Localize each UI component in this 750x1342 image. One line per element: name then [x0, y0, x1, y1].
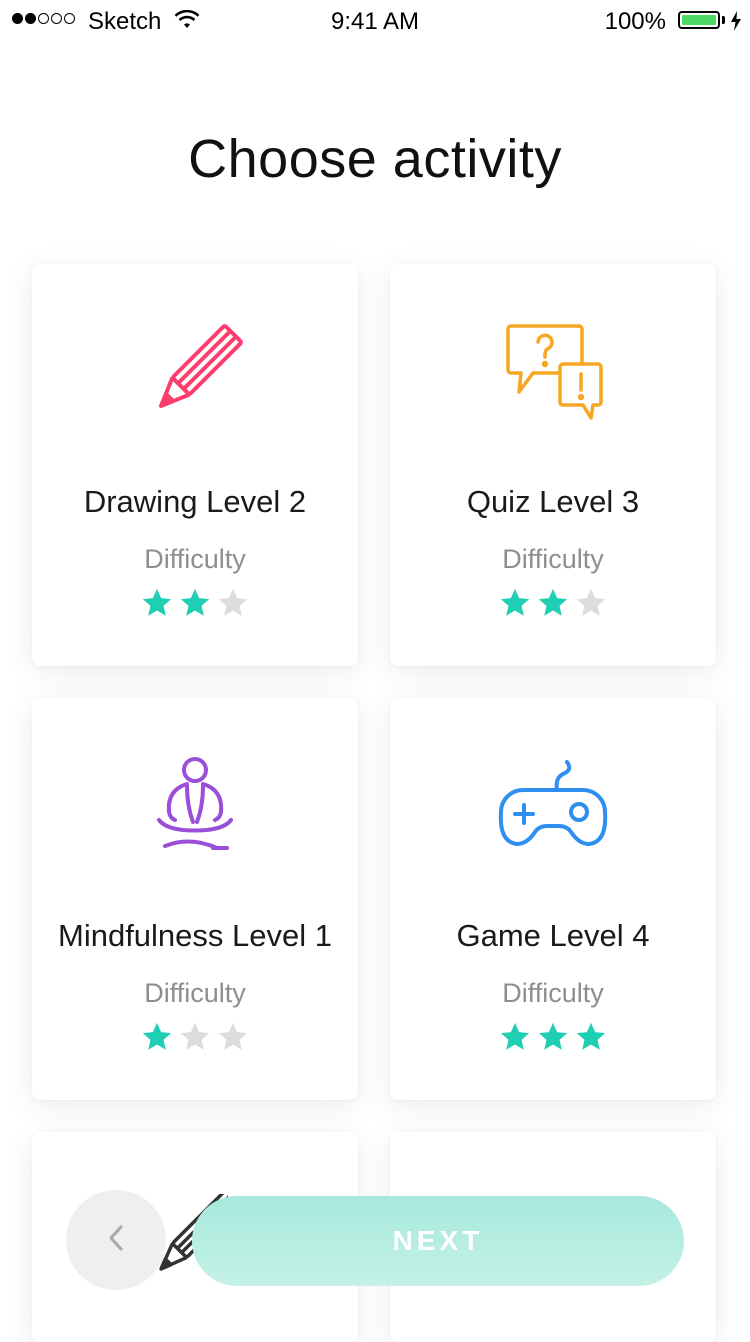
battery-tip [722, 16, 725, 24]
card-title: Drawing Level 2 [83, 484, 307, 519]
star-empty-icon [218, 1022, 248, 1050]
battery-icon [678, 11, 720, 29]
charging-bolt-icon [730, 10, 742, 38]
difficulty-label: Difficulty [144, 544, 246, 574]
meditation-icon [32, 756, 358, 856]
difficulty-stars [390, 1020, 716, 1054]
activity-card-quiz[interactable]: Quiz Level 3 Difficulty [390, 264, 716, 666]
star-filled-icon [538, 588, 568, 616]
star-empty-icon [218, 588, 248, 616]
star-empty-icon [180, 1022, 210, 1050]
quiz-bubbles-icon [390, 322, 716, 422]
star-empty-icon [576, 588, 606, 616]
status-bar: Sketch 9:41 AM 100% [0, 0, 750, 42]
star-filled-icon [500, 588, 530, 616]
card-title: Mindfulness Level 1 [58, 918, 332, 953]
activity-card-mindfulness[interactable]: Mindfulness Level 1 Difficulty [32, 698, 358, 1100]
difficulty-label: Difficulty [502, 544, 604, 574]
difficulty-stars [390, 586, 716, 620]
battery-percent: 100% [604, 8, 666, 35]
chevron-left-icon [106, 1223, 126, 1258]
star-filled-icon [538, 1022, 568, 1050]
star-filled-icon [500, 1022, 530, 1050]
card-title: Game Level 4 [456, 918, 650, 953]
star-filled-icon [576, 1022, 606, 1050]
star-filled-icon [180, 588, 210, 616]
activity-card-drawing[interactable]: Drawing Level 2 Difficulty [32, 264, 358, 666]
star-filled-icon [142, 1022, 172, 1050]
next-button[interactable]: NEXT [192, 1196, 684, 1286]
pencil-icon [32, 322, 358, 422]
page-title: Choose activity [188, 129, 562, 189]
card-title: Quiz Level 3 [466, 484, 640, 519]
difficulty-label: Difficulty [144, 978, 246, 1008]
difficulty-label: Difficulty [502, 978, 604, 1008]
activity-card-game[interactable]: Game Level 4 Difficulty [390, 698, 716, 1100]
star-filled-icon [142, 588, 172, 616]
back-button[interactable] [66, 1190, 166, 1290]
gamepad-icon [390, 756, 716, 856]
difficulty-stars [32, 586, 358, 620]
difficulty-stars [32, 1020, 358, 1054]
